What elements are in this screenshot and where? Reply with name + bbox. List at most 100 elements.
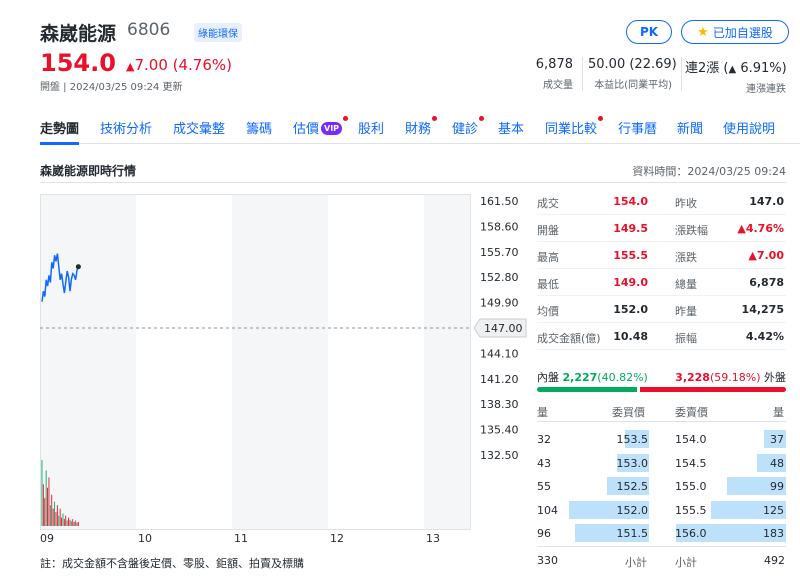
ask-qty: 99 [770,480,784,493]
market-status-label: 開盤 [40,82,60,93]
tab-label: 成交彙整 [173,122,226,137]
stat-volume-value: 6,878 [535,57,573,72]
y-tick-label: 152.80 [480,271,519,284]
tab-label: 股利 [358,122,385,137]
quote-label: 振幅 [675,332,697,345]
stat-volume-label: 成交量 [543,80,573,91]
tab-calendar[interactable]: 行事曆 [618,118,657,137]
orderbook-row: 43 153.0 154.5 48 [537,452,786,476]
quote-value: 14,275 [741,303,784,316]
volume-bar [70,521,72,526]
sector-badge[interactable]: 綠能環保 [194,23,242,42]
session-band [136,194,232,530]
quote-label: 最高 [537,251,559,264]
price-change: ▲7.00 (4.76%) [126,56,232,74]
tab-label: 財務 [405,122,432,137]
orderbook-total-bid: 330 [537,554,558,567]
section-title: 森崴能源即時行情 [40,164,137,178]
volume-bar [52,508,54,526]
stat-streak-value: 連2漲 (▲ 6.91%) [685,61,787,76]
tab-checkup[interactable]: 健診 [452,116,485,137]
tab-help[interactable]: 使用說明 [723,118,775,137]
quote-label: 成交 [537,197,559,210]
volume-bar [44,498,46,526]
outside-volume-value: 3,228 [675,371,710,384]
up-arrow-icon: ▲ [728,64,737,75]
quote-label: 漲跌 [675,251,697,264]
stat-streak-prefix: 連2漲 [685,61,720,76]
y-tick-label: 144.10 [480,347,519,360]
stat-streak: 連2漲 (▲ 6.91%) 連漲連跌 [685,57,787,95]
session-band [328,194,424,530]
volume-bar [62,513,64,526]
stat-pe: 50.00 (22.69) 本益比(同業平均) [588,57,677,91]
divider [681,57,682,91]
tab-label: 估價 [293,122,320,137]
tab-technical[interactable]: 技術分析 [100,118,152,137]
outside-volume-label: 外盤 [764,371,786,384]
inside-volume-value: 2,227 [562,371,598,384]
volume-bar [59,508,61,526]
market-status: 開盤 | 2024/03/25 09:24 更新 [40,82,183,93]
quote-value: 147.0 [749,195,784,208]
notification-dot [479,116,485,121]
volume-bar [55,512,57,526]
tab-valuation[interactable]: 估價 VIP [293,116,349,137]
tab-news[interactable]: 新聞 [677,118,703,137]
volume-bar [65,515,67,526]
volume-bar [49,505,51,526]
pk-button[interactable]: PK [626,20,672,44]
y-tick-label: 155.70 [480,246,519,259]
y-tick-label: 138.30 [480,398,519,411]
tab-dividend[interactable]: 股利 [358,118,384,137]
quote-value: 149.0 [613,276,648,289]
ask-qty: 125 [763,503,784,517]
ask-price: 154.0 [675,433,707,446]
bid-qty: 32 [537,433,551,446]
orderbook-total-label: 小計 [625,556,647,569]
volume-bar [47,487,48,526]
session-band [424,194,470,530]
stat-volume: 6,878 成交量 [520,57,573,91]
x-tick-label: 11 [234,532,248,545]
footnote: 註：成交金額不含盤後定價、零股、鉅額、拍賣及標購 [40,557,304,570]
volume-bar [45,470,47,526]
notification-dot [432,116,438,121]
notification-dot [343,116,349,121]
volume-bar [61,517,62,526]
orderbook-row: 96 151.5 156.0 183 [537,522,786,546]
quote-label: 昨收 [675,197,697,210]
bid-qty: 43 [537,456,551,470]
outside-volume-pct: (59.18%) [709,371,761,384]
tab-label: 籌碼 [246,122,273,137]
volume-bar [72,519,74,526]
tab-basic[interactable]: 基本 [498,118,524,137]
tab-financials[interactable]: 財務 [405,116,438,137]
quote-row: 成交 154.0 昨收 147.0 [537,188,786,215]
tab-peers[interactable]: 同業比較 [545,116,604,137]
quote-label: 漲跌幅 [675,224,708,237]
quote-label: 最低 [537,278,559,291]
tab-trades[interactable]: 成交彙整 [173,118,225,137]
orderbook-header-ask-price: 委賣價 [675,406,708,419]
intraday-chart[interactable]: 161.50 158.60 155.70 152.80 149.90 144.10 141.… [40,194,530,546]
ask-qty: 48 [770,456,784,470]
volume-bar [75,520,76,526]
orderbook-header-bid-price: 委買價 [612,406,645,419]
inside-ratio-bar [537,387,637,392]
bid-price: 151.5 [616,527,649,540]
bid-price: 153.5 [616,433,649,446]
y-tick-label: 132.50 [480,449,519,462]
volume-bar [51,494,53,526]
quote-value: 149.5 [613,222,648,235]
orderbook-header-bid-qty: 量 [537,406,548,419]
watchlist-button[interactable]: ★ 已加自選股 [681,20,789,44]
quote-value: ▲4.76% [737,222,784,235]
y-tick-label: 141.20 [480,373,519,386]
volume-bar [68,517,69,526]
tab-chips[interactable]: 籌碼 [246,118,272,137]
stat-pe-value: 50.00 (22.69) [588,57,677,72]
tab-trend[interactable]: 走勢圖 [40,118,80,145]
orderbook-header-ask-qty: 量 [773,406,784,419]
quote-value: 6,878 [749,276,784,289]
